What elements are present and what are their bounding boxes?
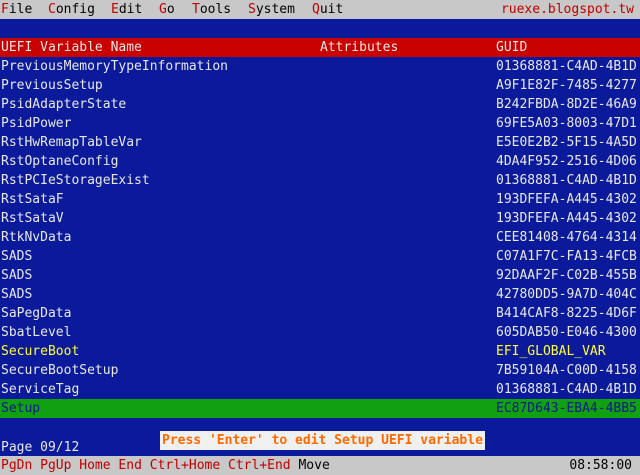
- table-row[interactable]: PreviousMemoryTypeInformationNVBS0136888…: [0, 57, 640, 76]
- variable-guid: E5E0E2B2-5F15-4A5D: [496, 135, 637, 150]
- key-hint: Home: [79, 458, 111, 473]
- variable-guid: 01368881-C4AD-4B1D: [496, 382, 637, 397]
- key-hint: Ctrl+End: [228, 458, 291, 473]
- variable-guid: 92DAAF2F-C02B-455B: [496, 268, 637, 283]
- variable-guid: B242FBDA-8D2E-46A9: [496, 97, 637, 112]
- table-row[interactable]: PsidAdapterStateNVBSRTB242FBDA-8D2E-46A9: [0, 95, 640, 114]
- header-attributes: Attributes: [320, 40, 399, 55]
- variable-name: SADS: [1, 249, 33, 264]
- variable-guid: 193DFEFA-A445-4302: [496, 192, 637, 207]
- variable-name: PsidAdapterState: [1, 97, 127, 112]
- variable-name: SecureBootSetup: [1, 363, 119, 378]
- table-row[interactable]: SbatLevelNVBS605DAB50-E046-4300: [0, 323, 640, 342]
- variable-guid: 42780DD5-9A7D-404C: [496, 287, 637, 302]
- variable-guid: 01368881-C4AD-4B1D: [496, 173, 637, 188]
- table-row[interactable]: SADSNVBSRT42780DD5-9A7D-404C: [0, 285, 640, 304]
- menu-edit[interactable]: Edit: [111, 0, 142, 19]
- table-row[interactable]: RstPCIeStorageExistBS01368881-C4AD-4B1D: [0, 171, 640, 190]
- variable-name: SADS: [1, 287, 33, 302]
- table-row[interactable]: SaPegDataNVBSB414CAF8-8225-4D6F: [0, 304, 640, 323]
- table-row[interactable]: SADSNVBSRTC07A1F7C-FA13-4FCB: [0, 247, 640, 266]
- variable-name: PreviousSetup: [1, 78, 103, 93]
- variable-guid: C07A1F7C-FA13-4FCB: [496, 249, 637, 264]
- table-row[interactable]: PreviousSetupNVBSA9F1E82F-7485-4277: [0, 76, 640, 95]
- status-bar: PgDn PgUp Home End Ctrl+Home Ctrl+End Mo…: [0, 456, 640, 475]
- header-name: UEFI Variable Name: [1, 40, 142, 55]
- table-row[interactable]: SetupNVBSRTEC87D643-EBA4-4BB5: [0, 399, 640, 418]
- variable-name: PsidPower: [1, 116, 72, 131]
- variable-name: Setup: [1, 401, 41, 416]
- variable-name: PreviousMemoryTypeInformation: [1, 59, 228, 74]
- variable-name: RstSataV: [1, 211, 64, 226]
- variable-name: SADS: [1, 268, 33, 283]
- table-header: UEFI Variable Name Attributes GUID: [0, 38, 640, 57]
- table-row[interactable]: RstOptaneConfigNVBSRT4DA4F952-2516-4D06: [0, 152, 640, 171]
- variable-guid: EFI_GLOBAL_VAR: [496, 344, 606, 359]
- table-row[interactable]: RstSataVBSRT193DFEFA-A445-4302: [0, 209, 640, 228]
- variable-guid: 193DFEFA-A445-4302: [496, 211, 637, 226]
- key-action: Move: [298, 458, 330, 473]
- variable-name: SaPegData: [1, 306, 72, 321]
- table-row[interactable]: RstHwRemapTableVarBSRTE5E0E2B2-5F15-4A5D: [0, 133, 640, 152]
- variable-guid: 7B59104A-C00D-4158: [496, 363, 637, 378]
- variable-guid: 01368881-C4AD-4B1D: [496, 59, 637, 74]
- variable-guid: EC87D643-EBA4-4BB5: [496, 401, 637, 416]
- menu-go[interactable]: Go: [159, 0, 175, 19]
- menu-quit[interactable]: Quit: [312, 0, 343, 19]
- key-hint: PgUp: [40, 458, 72, 473]
- table-row[interactable]: ServiceTagNVBSRT01368881-C4AD-4B1D: [0, 380, 640, 399]
- variable-name: RtkNvData: [1, 230, 72, 245]
- table-row[interactable]: SecureBootSetupNVBSRT7B59104A-C00D-4158: [0, 361, 640, 380]
- menu-config[interactable]: Config: [48, 0, 95, 19]
- key-hint: End: [118, 458, 142, 473]
- menu-file[interactable]: File: [1, 0, 32, 19]
- table-row[interactable]: PsidPowerNVBSRT69FE5A03-8003-47D1: [0, 114, 640, 133]
- variable-name: RstPCIeStorageExist: [1, 173, 150, 188]
- variable-guid: 69FE5A03-8003-47D1: [496, 116, 637, 131]
- variable-name: RstHwRemapTableVar: [1, 135, 142, 150]
- variable-name: RstSataF: [1, 192, 64, 207]
- variable-guid: CEE81408-4764-4314: [496, 230, 637, 245]
- page-indicator: Page 09/12: [1, 440, 80, 455]
- variable-guid: 605DAB50-E046-4300: [496, 325, 637, 340]
- table-row[interactable]: RtkNvDataNVBSCEE81408-4764-4314: [0, 228, 640, 247]
- menu-system[interactable]: System: [248, 0, 295, 19]
- clock: 08:58:00: [569, 458, 632, 473]
- menu-tools[interactable]: Tools: [192, 0, 231, 19]
- site-url: ruexe.blogspot.tw: [500, 2, 634, 17]
- table-row[interactable]: SADSNVBSRT92DAAF2F-C02B-455B: [0, 266, 640, 285]
- menu-bar: File Config Edit Go Tools System Quit ru…: [0, 0, 640, 19]
- header-guid: GUID: [496, 40, 528, 55]
- variable-name: SecureBoot: [1, 344, 80, 359]
- variable-list: PreviousMemoryTypeInformationNVBS0136888…: [0, 57, 640, 418]
- key-hint: PgDn: [1, 458, 33, 473]
- variable-name: ServiceTag: [1, 382, 80, 397]
- key-hints: PgDn PgUp Home End Ctrl+Home Ctrl+End Mo…: [1, 456, 330, 475]
- variable-guid: B414CAF8-8225-4D6F: [496, 306, 637, 321]
- variable-guid: A9F1E82F-7485-4277: [496, 78, 637, 93]
- variable-name: SbatLevel: [1, 325, 72, 340]
- variable-name: RstOptaneConfig: [1, 154, 119, 169]
- variable-guid: 4DA4F952-2516-4D06: [496, 154, 637, 169]
- key-hint: Ctrl+Home: [149, 458, 221, 473]
- table-row[interactable]: SecureBootBSRTEFI_GLOBAL_VAR: [0, 342, 640, 361]
- edit-prompt: Press 'Enter' to edit Setup UEFI variabl…: [160, 431, 485, 450]
- table-row[interactable]: RstSataFBS193DFEFA-A445-4302: [0, 190, 640, 209]
